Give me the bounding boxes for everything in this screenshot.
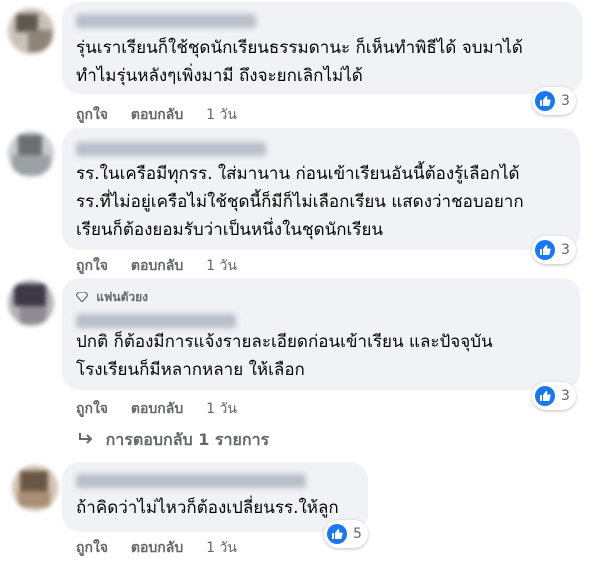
diamond-icon <box>75 290 89 305</box>
reaction-number: 5 <box>353 526 362 542</box>
reaction-number: 3 <box>561 242 570 258</box>
like-link[interactable]: ถูกใจ <box>76 255 108 277</box>
comment-text: รร.ในเครือมีทุกรร. ใส่มานาน ก่อนเข้าเรีย… <box>76 164 524 240</box>
reply-link[interactable]: ตอบกลับ <box>131 398 183 420</box>
like-link[interactable]: ถูกใจ <box>76 398 108 420</box>
comment-text: รุ่นเราเรียนก็ใช้ชุดนักเรียนธรรมดานะ ก็เ… <box>76 38 523 86</box>
comment-actions: ถูกใจ ตอบกลับ 1 วัน <box>76 255 237 277</box>
timestamp[interactable]: 1 วัน <box>206 104 237 126</box>
view-replies-label: การตอบกลับ 1 รายการ <box>105 430 270 449</box>
comment-actions: ถูกใจ ตอบกลับ 1 วัน <box>76 537 237 559</box>
comment-text: ถ้าคิดว่าไม่ไหวก็ต้องเปลี่ยนรร.ให้ลูก <box>76 498 339 518</box>
commenter-name[interactable] <box>76 142 266 156</box>
avatar[interactable] <box>8 131 54 177</box>
avatar[interactable] <box>8 8 54 54</box>
commenter-name[interactable] <box>76 14 256 28</box>
comment-actions: ถูกใจ ตอบกลับ 1 วัน <box>76 104 237 126</box>
reaction-count[interactable]: 3 <box>532 87 576 115</box>
like-link[interactable]: ถูกใจ <box>76 537 108 559</box>
reaction-number: 3 <box>561 388 570 404</box>
commenter-name[interactable] <box>76 474 306 488</box>
avatar[interactable] <box>12 465 58 511</box>
avatar[interactable] <box>8 280 54 326</box>
comment-bubble: รร.ในเครือมีทุกรร. ใส่มานาน ก่อนเข้าเรีย… <box>62 128 580 250</box>
view-replies-link[interactable]: การตอบกลับ 1 รายการ <box>78 428 269 453</box>
timestamp[interactable]: 1 วัน <box>206 398 237 420</box>
reply-link[interactable]: ตอบกลับ <box>131 104 183 126</box>
reaction-count[interactable]: 5 <box>324 520 368 548</box>
comment-bubble: รุ่นเราเรียนก็ใช้ชุดนักเรียนธรรมดานะ ก็เ… <box>62 2 582 94</box>
thumbs-up-icon <box>535 240 555 260</box>
top-fan-badge: แฟนตัวยง <box>75 288 148 307</box>
commenter-name[interactable] <box>76 314 236 328</box>
thumbs-up-icon <box>535 386 555 406</box>
comment-bubble: ถ้าคิดว่าไม่ไหวก็ต้องเปลี่ยนรร.ให้ลูก <box>62 462 368 532</box>
thumbs-up-icon <box>535 91 555 111</box>
reply-link[interactable]: ตอบกลับ <box>131 255 183 277</box>
timestamp[interactable]: 1 วัน <box>206 537 237 559</box>
reply-link[interactable]: ตอบกลับ <box>131 537 183 559</box>
reaction-count[interactable]: 3 <box>532 382 576 410</box>
timestamp[interactable]: 1 วัน <box>206 255 237 277</box>
comment-actions: ถูกใจ ตอบกลับ 1 วัน <box>76 398 237 420</box>
like-link[interactable]: ถูกใจ <box>76 104 108 126</box>
comment-bubble: แฟนตัวยง ปกติ ก็ต้องมีการแจ้งรายละเอียดก… <box>62 278 580 390</box>
comment-text: ปกติ ก็ต้องมีการแจ้งรายละเอียดก่อนเข้าเร… <box>76 332 493 380</box>
reply-arrow-icon <box>78 431 94 450</box>
reaction-number: 3 <box>561 93 570 109</box>
thumbs-up-icon <box>327 524 347 544</box>
reaction-count[interactable]: 3 <box>532 236 576 264</box>
